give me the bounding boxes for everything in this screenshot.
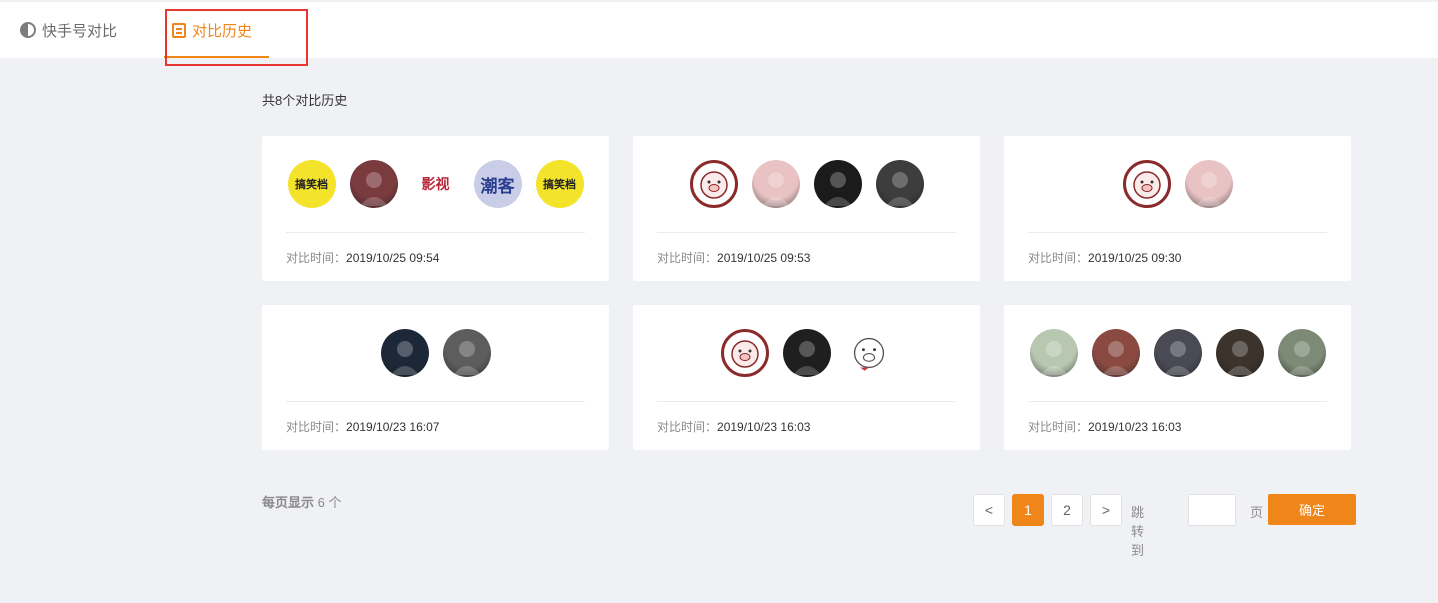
history-card[interactable]: 搞笑档 影视 潮客 搞笑档 对比时间：2019/10/25 09:54 <box>262 136 609 281</box>
compare-time-value: 2019/10/23 16:03 <box>1088 420 1182 434</box>
compare-time: 对比时间：2019/10/23 16:07 <box>286 418 439 435</box>
compare-time-label: 对比时间： <box>1028 251 1089 265</box>
avatar-row <box>633 329 980 377</box>
half-circle-icon <box>20 22 36 38</box>
page-unit-label: 页 <box>1250 505 1264 520</box>
compare-time-label: 对比时间： <box>657 251 718 265</box>
person-silhouette-icon <box>359 172 388 206</box>
card-divider <box>1028 401 1327 402</box>
compare-time: 对比时间：2019/10/25 09:30 <box>1028 249 1181 266</box>
person-silhouette-icon <box>1163 341 1192 375</box>
avatar <box>1215 329 1264 377</box>
pig-icon <box>699 171 728 199</box>
history-count: 共8个对比历史 <box>262 93 348 108</box>
page-2-button[interactable]: 2 <box>1051 494 1083 526</box>
avatar-row <box>1004 329 1351 377</box>
tab-compare[interactable]: 快手号对比 <box>20 2 117 58</box>
avatar <box>689 160 738 208</box>
next-page-button[interactable]: > <box>1090 494 1122 526</box>
compare-time-value: 2019/10/23 16:07 <box>346 420 440 434</box>
compare-time-label: 对比时间： <box>286 420 347 434</box>
prev-page-button[interactable]: < <box>973 494 1005 526</box>
person-silhouette-icon <box>885 172 914 206</box>
history-card[interactable]: 对比时间：2019/10/23 16:03 <box>633 305 980 450</box>
compare-time-value: 2019/10/25 09:53 <box>717 251 811 265</box>
confirm-button[interactable]: 确定 <box>1268 494 1356 525</box>
pig-icon <box>853 337 884 371</box>
avatar-row <box>1004 160 1351 208</box>
history-card[interactable]: 对比时间：2019/10/25 09:30 <box>1004 136 1351 281</box>
history-card[interactable]: 对比时间：2019/10/23 16:03 <box>1004 305 1351 450</box>
compare-time-value: 2019/10/23 16:03 <box>717 420 811 434</box>
per-page-label: 每页显示 <box>262 495 315 510</box>
person-silhouette-icon <box>761 172 790 206</box>
card-divider <box>657 232 956 233</box>
avatar <box>1153 329 1202 377</box>
person-silhouette-icon <box>390 341 419 375</box>
avatar <box>751 160 800 208</box>
person-silhouette-icon <box>1194 172 1223 206</box>
history-card[interactable]: 对比时间：2019/10/23 16:07 <box>262 305 609 450</box>
jump-to-label: 跳转到 <box>1131 505 1145 558</box>
avatar: 搞笑档 <box>535 160 584 208</box>
person-silhouette-icon <box>1225 341 1254 375</box>
compare-time: 对比时间：2019/10/23 16:03 <box>657 418 810 435</box>
card-divider <box>286 232 585 233</box>
history-card[interactable]: 对比时间：2019/10/25 09:53 <box>633 136 980 281</box>
avatar <box>782 329 831 377</box>
avatar <box>720 329 769 377</box>
avatar <box>1029 329 1078 377</box>
avatar-row: 搞笑档 影视 潮客 搞笑档 <box>262 160 609 208</box>
avatar <box>1122 160 1171 208</box>
jump-page-input[interactable] <box>1188 494 1236 526</box>
avatar <box>380 329 429 377</box>
compare-time-label: 对比时间： <box>286 251 347 265</box>
card-divider <box>286 401 585 402</box>
avatar <box>349 160 398 208</box>
compare-time-value: 2019/10/25 09:30 <box>1088 251 1182 265</box>
highlight-box <box>165 9 308 66</box>
person-silhouette-icon <box>1039 341 1068 375</box>
pig-icon <box>730 340 759 368</box>
tab-compare-label: 快手号对比 <box>42 22 118 40</box>
avatar <box>442 329 491 377</box>
person-silhouette-icon <box>452 341 481 375</box>
person-silhouette-icon <box>1287 341 1316 375</box>
avatar <box>1184 160 1233 208</box>
compare-time-label: 对比时间： <box>1028 420 1089 434</box>
compare-time-label: 对比时间： <box>657 420 718 434</box>
avatar: 影视 <box>411 160 460 208</box>
avatar-row <box>262 329 609 377</box>
avatar <box>1091 329 1140 377</box>
person-silhouette-icon <box>792 341 821 375</box>
compare-time: 对比时间：2019/10/25 09:53 <box>657 249 810 266</box>
compare-time: 对比时间：2019/10/23 16:03 <box>1028 418 1181 435</box>
avatar <box>844 329 893 377</box>
compare-time-value: 2019/10/25 09:54 <box>346 251 440 265</box>
person-silhouette-icon <box>1101 341 1130 375</box>
person-silhouette-icon <box>823 172 852 206</box>
pig-icon <box>1132 171 1161 199</box>
per-page-display: 每页显示 6 个 <box>262 492 341 511</box>
card-divider <box>1028 232 1327 233</box>
avatar <box>1277 329 1326 377</box>
page-1-button[interactable]: 1 <box>1012 494 1044 526</box>
avatar <box>875 160 924 208</box>
per-page-value: 6 个 <box>317 495 342 510</box>
avatar <box>813 160 862 208</box>
avatar-row <box>633 160 980 208</box>
avatar: 搞笑档 <box>287 160 336 208</box>
card-divider <box>657 401 956 402</box>
avatar: 潮客 <box>473 160 522 208</box>
compare-time: 对比时间：2019/10/25 09:54 <box>286 249 439 266</box>
